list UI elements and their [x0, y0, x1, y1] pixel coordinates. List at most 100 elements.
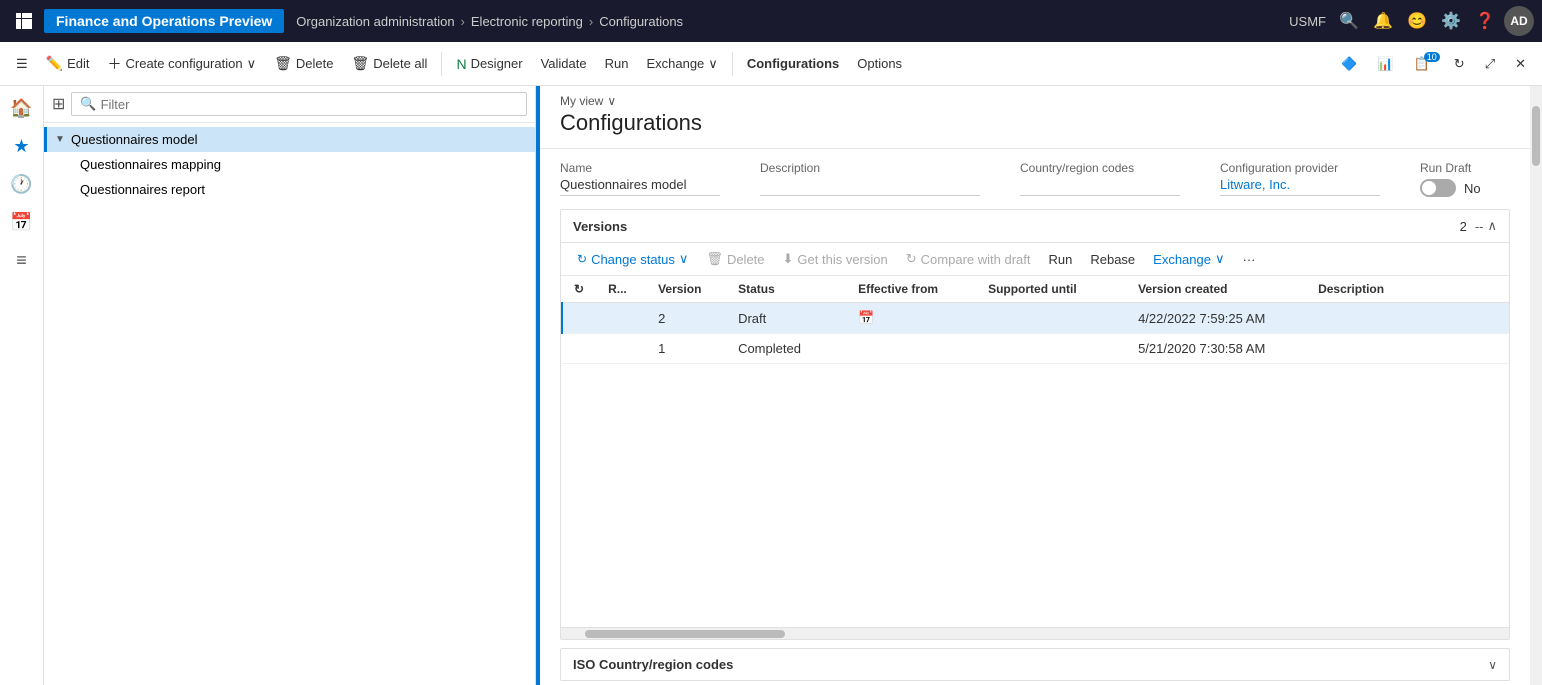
rebase-button[interactable]: Rebase [1082, 248, 1143, 271]
calendar-cell-icon[interactable]: 📅 [858, 310, 874, 325]
vertical-scroll-thumb[interactable] [1532, 106, 1540, 166]
home-icon[interactable]: 🏠 [4, 90, 40, 126]
run-draft-toggle[interactable] [1420, 179, 1456, 197]
tree-item-label: Questionnaires report [80, 182, 205, 197]
breadcrumb-item-3[interactable]: Configurations [599, 14, 683, 29]
options-button[interactable]: Options [849, 50, 910, 77]
badge-icon[interactable]: 📋10 [1406, 50, 1442, 78]
calendar-icon[interactable]: 📅 [4, 204, 40, 240]
search-icon-button[interactable]: 🔍 [1334, 6, 1364, 36]
row-supported-until [976, 303, 1126, 334]
breadcrumb-item-1[interactable]: Organization administration [296, 14, 454, 29]
compare-icon: ↻ [906, 251, 917, 267]
refresh-icon[interactable]: ↻ [1446, 50, 1473, 78]
delete-icon: 🗑 [274, 55, 292, 72]
row-r [596, 334, 646, 364]
row-version: 2 [646, 303, 726, 334]
exchange-button[interactable]: Exchange ∨ [638, 50, 725, 78]
list-icon[interactable]: ≡ [4, 242, 40, 278]
close-icon[interactable]: ✕ [1507, 50, 1534, 78]
star-icon[interactable]: ★ [4, 128, 40, 164]
run-draft-value-label: No [1464, 181, 1481, 196]
config-provider-value[interactable]: Litware, Inc. [1220, 177, 1380, 196]
user-avatar[interactable]: AD [1504, 6, 1534, 36]
tree-search-icon: 🔍 [80, 96, 96, 112]
versions-delete-button[interactable]: 🗑 Delete [698, 247, 772, 271]
breadcrumb-item-2[interactable]: Electronic reporting [471, 14, 583, 29]
name-label: Name [560, 161, 720, 175]
tree-item-label: Questionnaires mapping [80, 157, 221, 172]
country-region-field: Country/region codes [1020, 161, 1180, 197]
notification-bell-icon[interactable]: 🔔 [1368, 6, 1398, 36]
open-new-window-icon[interactable]: ⤢ [1477, 50, 1503, 78]
tree-item-label: Questionnaires model [71, 132, 197, 147]
col-r[interactable]: R... [596, 276, 646, 303]
emoji-icon[interactable]: 😊 [1402, 6, 1432, 36]
view-toggle-icon[interactable]: 📊 [1369, 50, 1401, 78]
get-this-version-button[interactable]: ⬇ Get this version [775, 247, 896, 271]
table-row[interactable]: 2 Draft 📅 4/22/2022 7:59:25 AM [562, 303, 1509, 334]
country-region-value[interactable] [1020, 177, 1180, 196]
config-provider-label: Configuration provider [1220, 161, 1380, 175]
content-header: My view ∨ Configurations [540, 86, 1530, 149]
table-row[interactable]: 1 Completed 5/21/2020 7:30:58 AM [562, 334, 1509, 364]
nav-icons: USMF 🔍 🔔 😊 ⚙️ ❓ AD [1289, 6, 1534, 36]
versions-run-button[interactable]: Run [1040, 248, 1080, 271]
app-grid-button[interactable] [8, 5, 40, 37]
scroll-thumb[interactable] [585, 630, 785, 638]
description-value[interactable] [760, 177, 980, 196]
delete-button[interactable]: 🗑 Delete [266, 49, 341, 78]
name-value[interactable]: Questionnaires model [560, 177, 720, 196]
breadcrumb-chevron-2: › [589, 14, 593, 29]
sidebar-toggle-icon[interactable]: ☰ [8, 50, 36, 78]
tree-item-questionnaires-report[interactable]: Questionnaires report [72, 177, 535, 202]
col-version[interactable]: Version [646, 276, 726, 303]
versions-table: ↻ R... Version Status Effective from Sup… [561, 276, 1509, 627]
tree-filter-icon[interactable]: ⊞ [52, 94, 65, 114]
exchange-chevron-icon: ∨ [1215, 251, 1225, 267]
top-nav-bar: Finance and Operations Preview Organizat… [0, 0, 1542, 42]
command-bar: ☰ ✏️ Edit ＋ Create configuration ∨ 🗑 Del… [0, 42, 1542, 86]
edit-button[interactable]: ✏️ Edit [38, 49, 98, 78]
tree-item-questionnaires-model[interactable]: ▼ Questionnaires model [44, 127, 535, 152]
designer-button[interactable]: N Designer [448, 50, 530, 78]
tree-item-questionnaires-mapping[interactable]: Questionnaires mapping [72, 152, 535, 177]
iso-header[interactable]: ISO Country/region codes ∨ [561, 649, 1509, 680]
horizontal-scrollbar[interactable] [561, 627, 1509, 639]
name-field: Name Questionnaires model [560, 161, 720, 197]
change-status-chevron-icon: ∨ [679, 251, 689, 267]
delete-all-icon: 🗑 [351, 55, 369, 72]
row-version-created: 4/22/2022 7:59:25 AM [1126, 303, 1306, 334]
table-header-row: ↻ R... Version Status Effective from Sup… [562, 276, 1509, 303]
versions-section: Versions 2 -- ∧ ↻ Change status ∨ 🗑 Dele… [560, 209, 1510, 640]
configurations-tab[interactable]: Configurations [739, 50, 847, 77]
tree-search-input[interactable] [101, 97, 518, 112]
clock-icon[interactable]: 🕐 [4, 166, 40, 202]
toggle-knob [1422, 181, 1436, 195]
run-button[interactable]: Run [597, 50, 637, 77]
config-provider-field: Configuration provider Litware, Inc. [1220, 161, 1380, 197]
help-icon[interactable]: ❓ [1470, 6, 1500, 36]
col-supported-until[interactable]: Supported until [976, 276, 1126, 303]
page-title: Configurations [560, 110, 1510, 136]
versions-nav: -- ∧ [1475, 218, 1497, 234]
filter-icon-button[interactable]: 🔷 [1333, 50, 1365, 78]
sidebar-icons: 🏠 ★ 🕐 📅 ≡ [0, 86, 44, 685]
col-version-created[interactable]: Version created [1126, 276, 1306, 303]
breadcrumb-chevron-1: › [461, 14, 465, 29]
col-status[interactable]: Status [726, 276, 846, 303]
more-options-button[interactable]: ··· [1235, 248, 1264, 271]
compare-with-draft-button[interactable]: ↻ Compare with draft [898, 247, 1039, 271]
settings-gear-icon[interactable]: ⚙️ [1436, 6, 1466, 36]
vertical-scrollbar[interactable] [1530, 86, 1542, 685]
validate-button[interactable]: Validate [533, 50, 595, 77]
versions-exchange-button[interactable]: Exchange ∨ [1145, 247, 1232, 271]
delete-all-button[interactable]: 🗑 Delete all [343, 49, 435, 78]
col-effective-from[interactable]: Effective from [846, 276, 976, 303]
change-status-button[interactable]: ↻ Change status ∨ [569, 247, 696, 271]
tree-search-box[interactable]: 🔍 [71, 92, 527, 116]
versions-collapse-icon[interactable]: ∧ [1487, 218, 1497, 234]
col-description[interactable]: Description [1306, 276, 1509, 303]
my-view-dropdown[interactable]: My view ∨ [560, 94, 1510, 108]
create-configuration-button[interactable]: ＋ Create configuration ∨ [100, 48, 265, 80]
